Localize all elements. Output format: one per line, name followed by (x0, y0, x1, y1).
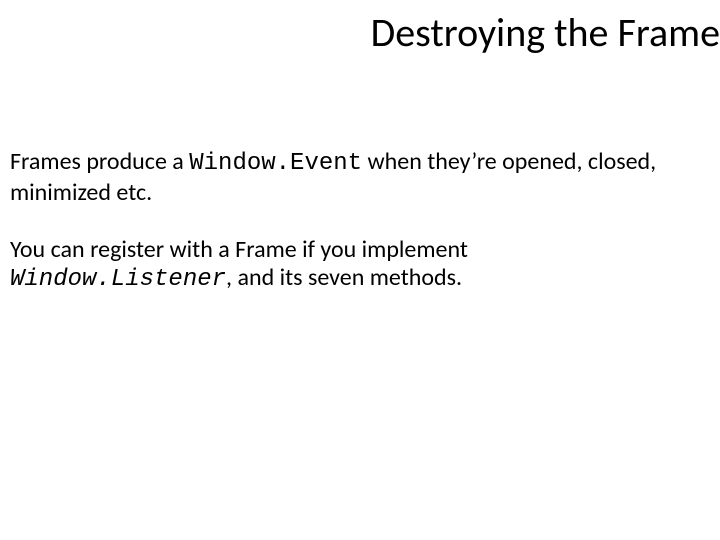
p2-text-a: You can register with a Frame if you imp… (10, 235, 468, 264)
p2-code: Window.Listener (10, 266, 226, 293)
p1-code: Window.Event (189, 150, 362, 177)
p1-text-a: Frames produce a (10, 147, 189, 176)
slide-body: Frames produce a Window.Event when they’… (10, 148, 680, 323)
slide: Destroying the Frame Frames produce a Wi… (0, 0, 720, 540)
paragraph-1: Frames produce a Window.Event when they’… (10, 148, 680, 208)
paragraph-2: You can register with a Frame if you imp… (10, 236, 680, 296)
p2-text-b: , and its seven methods. (226, 263, 462, 292)
slide-title: Destroying the Frame (371, 8, 720, 57)
